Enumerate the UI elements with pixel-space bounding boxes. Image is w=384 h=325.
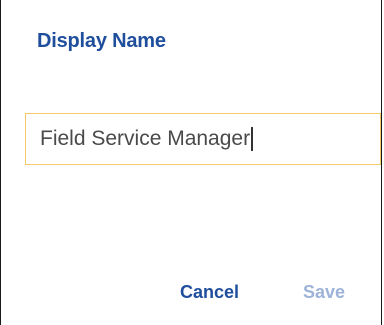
display-name-input[interactable]: Field Service Manager bbox=[40, 114, 253, 163]
dialog-title: Display Name bbox=[37, 30, 166, 52]
save-button[interactable]: Save bbox=[303, 282, 345, 303]
display-name-field[interactable]: Field Service Manager bbox=[25, 113, 381, 165]
cancel-button[interactable]: Cancel bbox=[180, 282, 239, 303]
text-cursor bbox=[251, 126, 253, 151]
display-name-value: Field Service Manager bbox=[40, 126, 251, 150]
display-name-dialog: Display Name Field Service Manager Cance… bbox=[0, 0, 382, 325]
